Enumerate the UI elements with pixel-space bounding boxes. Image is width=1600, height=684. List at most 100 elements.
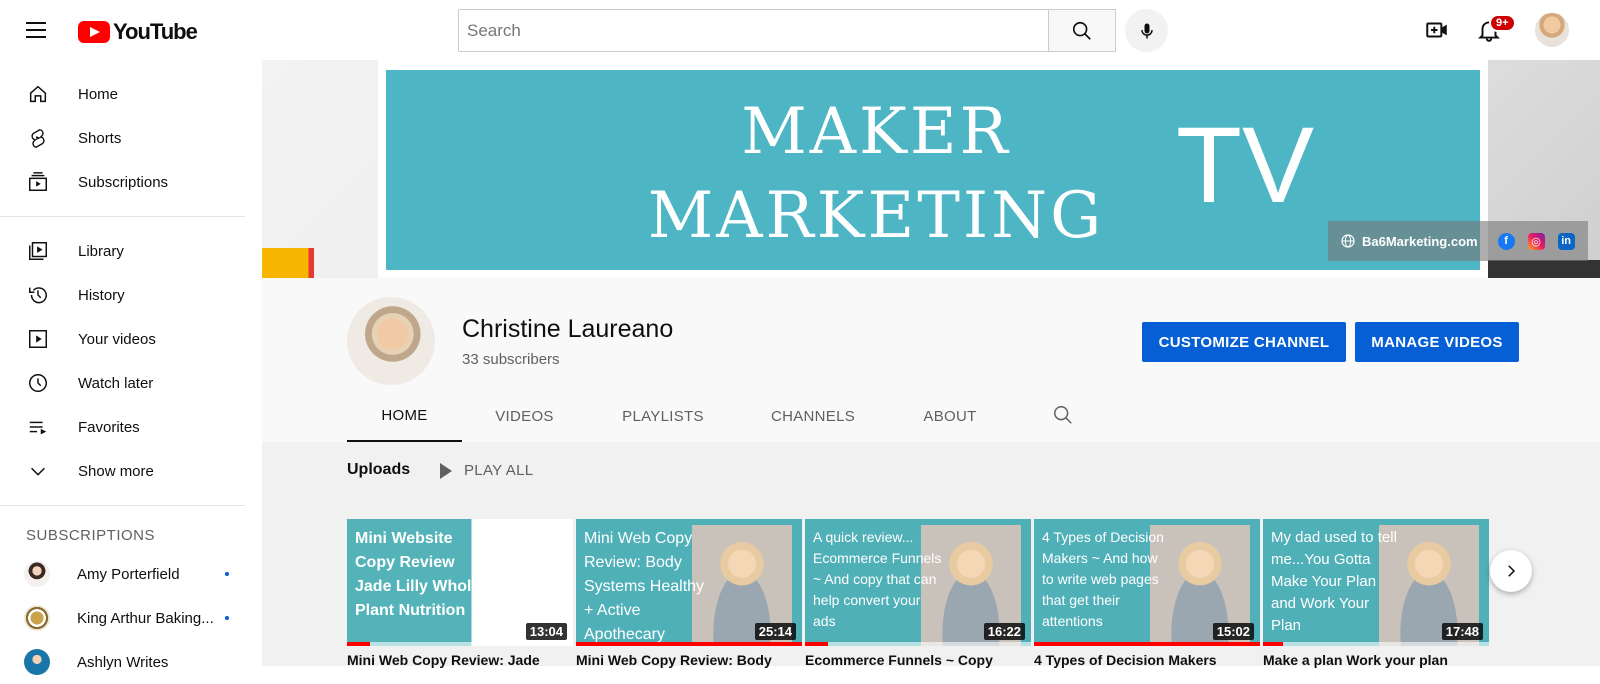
video-thumbnail[interactable]: 4 Types of Decision Makers ~ And how to … [1034, 519, 1260, 646]
banner-frame: MAKER MARKETING TV [378, 60, 1488, 278]
channel-search-button[interactable] [1052, 404, 1074, 431]
tab-channels[interactable]: CHANNELS [739, 390, 887, 442]
sidebar-item-your-videos[interactable]: Your videos [0, 317, 245, 361]
sidebar-item-subscriptions[interactable]: Subscriptions [0, 160, 245, 204]
facebook-icon[interactable]: f [1497, 232, 1515, 250]
sidebar: Home Shorts Subscriptions Library Histor… [0, 60, 245, 675]
youtube-logo[interactable]: YouTube [78, 19, 198, 45]
banner-decoration [1488, 260, 1600, 278]
subscription-name: Amy Porterfield [77, 565, 180, 583]
sidebar-item-home[interactable]: Home [0, 72, 245, 116]
menu-icon[interactable] [22, 16, 50, 44]
logo-text: YouTube [113, 19, 198, 44]
sidebar-item-favorites[interactable]: Favorites [0, 405, 245, 449]
voice-search-button[interactable] [1125, 9, 1168, 52]
subscriptions-heading: SUBSCRIPTIONS [26, 526, 156, 544]
instagram-icon[interactable]: ◎ [1527, 232, 1545, 250]
sidebar-item-label: Home [78, 85, 119, 103]
video-thumbnail[interactable]: Mini Web Copy Review: Body Systems Healt… [576, 519, 802, 646]
video-duration: 13:04 [525, 623, 567, 640]
tab-playlists[interactable]: PLAYLISTS [587, 390, 739, 442]
chevron-right-icon [1508, 565, 1516, 577]
subscription-item-amy-porterfield[interactable]: Amy Porterfield [0, 552, 245, 596]
playlist-icon [26, 415, 50, 439]
subscription-name: King Arthur Baking... [77, 609, 214, 627]
top-bar: YouTube 9+ [0, 0, 1600, 60]
globe-icon [1341, 234, 1355, 248]
watch-progress [1034, 642, 1260, 646]
history-icon [26, 283, 50, 307]
tab-about[interactable]: ABOUT [887, 390, 1013, 442]
sidebar-item-label: Show more [78, 462, 154, 480]
your-videos-icon [26, 327, 50, 351]
notification-badge: 9+ [1489, 14, 1516, 32]
watch-progress [1263, 642, 1489, 646]
play-icon [440, 462, 452, 479]
banner-tv: TV [1176, 104, 1315, 225]
uploads-title[interactable]: Uploads [347, 461, 410, 479]
watch-progress-fill [347, 642, 370, 646]
sidebar-divider [0, 505, 245, 506]
linkedin-icon[interactable]: in [1557, 232, 1575, 250]
sidebar-item-show-more[interactable]: Show more [0, 449, 245, 493]
new-content-dot [225, 616, 229, 620]
video-thumbnail[interactable]: My dad used to tell me...You Gotta Make … [1263, 519, 1489, 646]
sidebar-item-label: Watch later [78, 374, 154, 392]
search-bar [458, 9, 1116, 52]
new-content-dot [225, 572, 229, 576]
watch-progress-fill [576, 642, 802, 646]
subscription-name: Ashlyn Writes [77, 653, 169, 671]
sidebar-item-label: Subscriptions [78, 173, 169, 191]
microphone-icon [1140, 23, 1153, 38]
sidebar-item-watch-later[interactable]: Watch later [0, 361, 245, 405]
channel-page: MAKER MARKETING TV Ba6Marketing.com f ◎ … [262, 60, 1600, 666]
banner-decoration [262, 248, 378, 278]
play-all-label: PLAY ALL [464, 462, 534, 479]
sidebar-item-history[interactable]: History [0, 273, 245, 317]
chevron-down-icon [26, 459, 50, 483]
subscriptions-icon [26, 170, 50, 194]
search-button[interactable] [1048, 9, 1116, 52]
channel-avatar [24, 605, 50, 631]
account-avatar[interactable] [1535, 13, 1569, 47]
carousel-next-button[interactable] [1490, 550, 1532, 592]
thumbnail-text: A quick review... Ecommerce Funnels ~ An… [813, 529, 942, 629]
video-thumbnail[interactable]: A quick review... Ecommerce Funnels ~ An… [805, 519, 1031, 646]
sidebar-item-label: Shorts [78, 129, 122, 147]
sidebar-item-label: Library [78, 242, 124, 260]
subscriber-count: 33 subscribers [462, 351, 560, 368]
search-icon [1072, 21, 1091, 40]
sidebar-item-label: Your videos [78, 330, 156, 348]
video-thumbnail[interactable]: Mini Website Copy Review Jade Lilly Whol… [347, 519, 573, 646]
watch-progress-fill [805, 642, 828, 646]
subscription-item-ashlyn-writes[interactable]: Ashlyn Writes [0, 640, 245, 684]
channel-avatar-large [347, 297, 435, 385]
channel-name: Christine Laureano [462, 315, 674, 343]
video-duration: 16:22 [983, 623, 1025, 640]
sidebar-item-shorts[interactable]: Shorts [0, 116, 245, 160]
watch-progress [347, 642, 573, 646]
home-icon [26, 82, 50, 106]
tab-videos[interactable]: VIDEOS [462, 390, 587, 442]
shorts-icon [26, 126, 50, 150]
video-duration: 15:02 [1212, 623, 1254, 640]
clock-icon [26, 371, 50, 395]
customize-channel-button[interactable]: CUSTOMIZE CHANNEL [1142, 322, 1346, 362]
banner-title-line: MAKER [741, 95, 1011, 169]
video-duration: 17:48 [1441, 623, 1483, 640]
channel-avatar [24, 561, 50, 587]
youtube-logo-icon [78, 21, 110, 43]
video-add-icon [1426, 22, 1447, 38]
subscription-item-king-arthur-baking[interactable]: King Arthur Baking... [0, 596, 245, 640]
tab-home[interactable]: HOME [347, 390, 462, 442]
create-video-button[interactable] [1424, 17, 1450, 43]
channel-banner: MAKER MARKETING TV Ba6Marketing.com f ◎ … [262, 60, 1600, 278]
search-input[interactable] [458, 9, 1048, 52]
sidebar-divider [0, 216, 245, 217]
website-link[interactable]: Ba6Marketing.com [1362, 234, 1478, 249]
play-all-button[interactable]: PLAY ALL [440, 462, 533, 479]
banner-links: Ba6Marketing.com f ◎ in [1328, 221, 1588, 261]
channel-tabs: HOME VIDEOS PLAYLISTS CHANNELS ABOUT [347, 390, 1013, 442]
sidebar-item-library[interactable]: Library [0, 229, 245, 273]
manage-videos-button[interactable]: MANAGE VIDEOS [1355, 322, 1519, 362]
